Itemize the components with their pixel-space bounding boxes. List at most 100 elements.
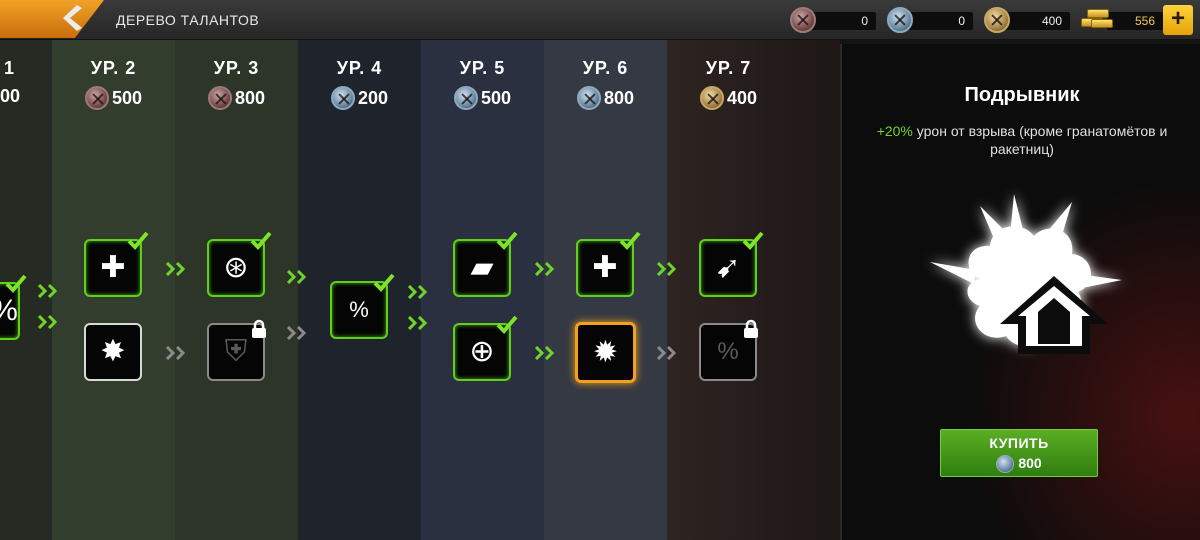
checkmark-icon	[619, 230, 641, 250]
checkmark-icon	[742, 230, 764, 250]
talent-node[interactable]: ✚	[576, 231, 641, 297]
level-title: УР. 2	[90, 58, 137, 78]
lock-icon	[249, 319, 269, 339]
double-arrow-icon	[656, 261, 679, 277]
level-cost-value: 500	[480, 87, 512, 108]
currency-gold-medals: 400	[984, 7, 1072, 33]
currency-value: 400	[1000, 12, 1070, 30]
blue-medal-icon	[330, 86, 355, 110]
buy-button[interactable]: КУПИТЬ 800	[940, 429, 1098, 477]
talent-node-locked[interactable]: %	[699, 319, 758, 381]
double-arrow-icon	[534, 345, 557, 361]
buy-button-cost: 800	[941, 455, 1097, 474]
double-arrow-icon	[165, 261, 188, 277]
level-cost-value: 400	[726, 87, 758, 108]
checkmark-icon	[496, 314, 518, 334]
blue-medal-icon	[576, 86, 601, 110]
bullet-impact-icon: ➹	[715, 251, 741, 284]
lock-icon	[741, 319, 761, 339]
currency-value: 0	[806, 12, 876, 30]
add-gold-button[interactable]: +	[1163, 5, 1193, 35]
talent-node[interactable]: ▰	[453, 231, 518, 297]
gold-bars-icon	[1081, 9, 1113, 31]
level-cost-value: 800	[234, 87, 266, 108]
currency-value: 0	[903, 12, 973, 30]
blue-medal-icon	[996, 455, 1015, 474]
back-button[interactable]	[0, 0, 104, 38]
level-cost: 500	[52, 86, 175, 112]
double-arrow-icon	[656, 345, 679, 361]
double-arrow-icon	[37, 314, 60, 330]
checkmark-icon	[5, 273, 27, 293]
checkmark-icon	[496, 230, 518, 250]
blue-medal-icon	[453, 86, 478, 110]
level-cost: 500	[421, 86, 544, 112]
medkit-upgrade-icon: ✚	[592, 251, 618, 284]
currency-gold-bars: 556	[1081, 7, 1163, 33]
talent-detail-panel: Подрывник +20% урон от взрыва (кроме гра…	[840, 44, 1200, 540]
double-arrow-icon	[37, 283, 60, 299]
shield-crosshair-icon: ⊕	[469, 335, 495, 368]
talent-node-locked[interactable]: ⛨	[207, 319, 266, 381]
talent-node[interactable]: ⊛	[207, 231, 272, 297]
level-cost-value: 00	[0, 86, 21, 106]
blue-medal-icon	[887, 7, 913, 33]
red-medal-icon	[790, 7, 816, 33]
talent-node[interactable]: %	[0, 274, 27, 340]
level-cost-value: 200	[357, 87, 389, 108]
buy-cost-value: 800	[1018, 455, 1042, 471]
head-medkit-icon: ✚	[100, 251, 126, 284]
level-cost: 200	[298, 86, 421, 112]
heart-percent-locked-icon: %	[717, 338, 739, 365]
explosion-upgrade-icon	[930, 194, 1122, 354]
talent-node[interactable]: ✸	[84, 323, 142, 381]
gold-medal-icon	[699, 86, 724, 110]
double-arrow-icon	[407, 315, 430, 331]
red-medal-icon	[207, 86, 232, 110]
talent-name: Подрывник	[964, 84, 1080, 106]
level-cost: 00	[0, 86, 52, 112]
checkmark-icon	[250, 230, 272, 250]
shield-locked-icon: ⛨	[224, 335, 248, 368]
explosion-upgrade-icon: ✹	[592, 335, 619, 369]
double-arrow-icon	[286, 325, 309, 341]
talent-node[interactable]: ✚	[84, 231, 149, 297]
level-title: 1	[4, 58, 16, 78]
heart-percent-icon: %	[0, 296, 18, 326]
double-arrow-icon	[534, 261, 557, 277]
level-cost: 800	[175, 86, 298, 112]
talent-node-selected[interactable]: ✹	[575, 322, 636, 383]
shield-blast-icon: ✸	[100, 335, 126, 368]
level-title: УР. 4	[336, 58, 383, 78]
red-medal-icon	[84, 86, 109, 110]
chevron-left-icon	[63, 5, 82, 31]
double-arrow-icon	[286, 269, 309, 285]
talent-description-text: урон от взрыва (кроме гранатомётов и рак…	[912, 123, 1168, 157]
level-title: УР. 7	[705, 58, 752, 78]
heart-percent-icon: %	[349, 297, 369, 322]
buy-button-label: КУПИТЬ	[989, 435, 1049, 451]
double-arrow-icon	[165, 345, 188, 361]
talent-description: +20% урон от взрыва (кроме гранатомётов …	[852, 122, 1192, 158]
level-title: УР. 5	[459, 58, 506, 78]
level-title: УР. 6	[582, 58, 629, 78]
level-cost-value: 800	[603, 87, 635, 108]
level-cost: 400	[667, 86, 790, 112]
checkmark-icon	[373, 272, 395, 292]
talent-node[interactable]: ⊕	[453, 315, 518, 381]
talent-node[interactable]: %	[330, 273, 395, 339]
talent-bonus-value: +20%	[876, 123, 913, 139]
screen-title: ДЕРЕВО ТАЛАНТОВ	[116, 12, 260, 28]
checkmark-icon	[127, 230, 149, 250]
gold-medal-icon	[984, 7, 1010, 33]
level-cost-value: 500	[111, 87, 143, 108]
talent-node[interactable]: ➹	[699, 231, 764, 297]
top-bar: ДЕРЕВО ТАЛАНТОВ 0 0 400 556 +	[0, 0, 1200, 40]
currency-blue-medals: 0	[887, 7, 975, 33]
ammo-shield-icon: ▰	[470, 251, 494, 284]
shield-cylinder-icon: ⊛	[223, 251, 249, 284]
level-title: УР. 3	[213, 58, 260, 78]
currency-value: 556	[1107, 12, 1163, 30]
double-arrow-icon	[407, 284, 430, 300]
level-cost: 800	[544, 86, 667, 112]
